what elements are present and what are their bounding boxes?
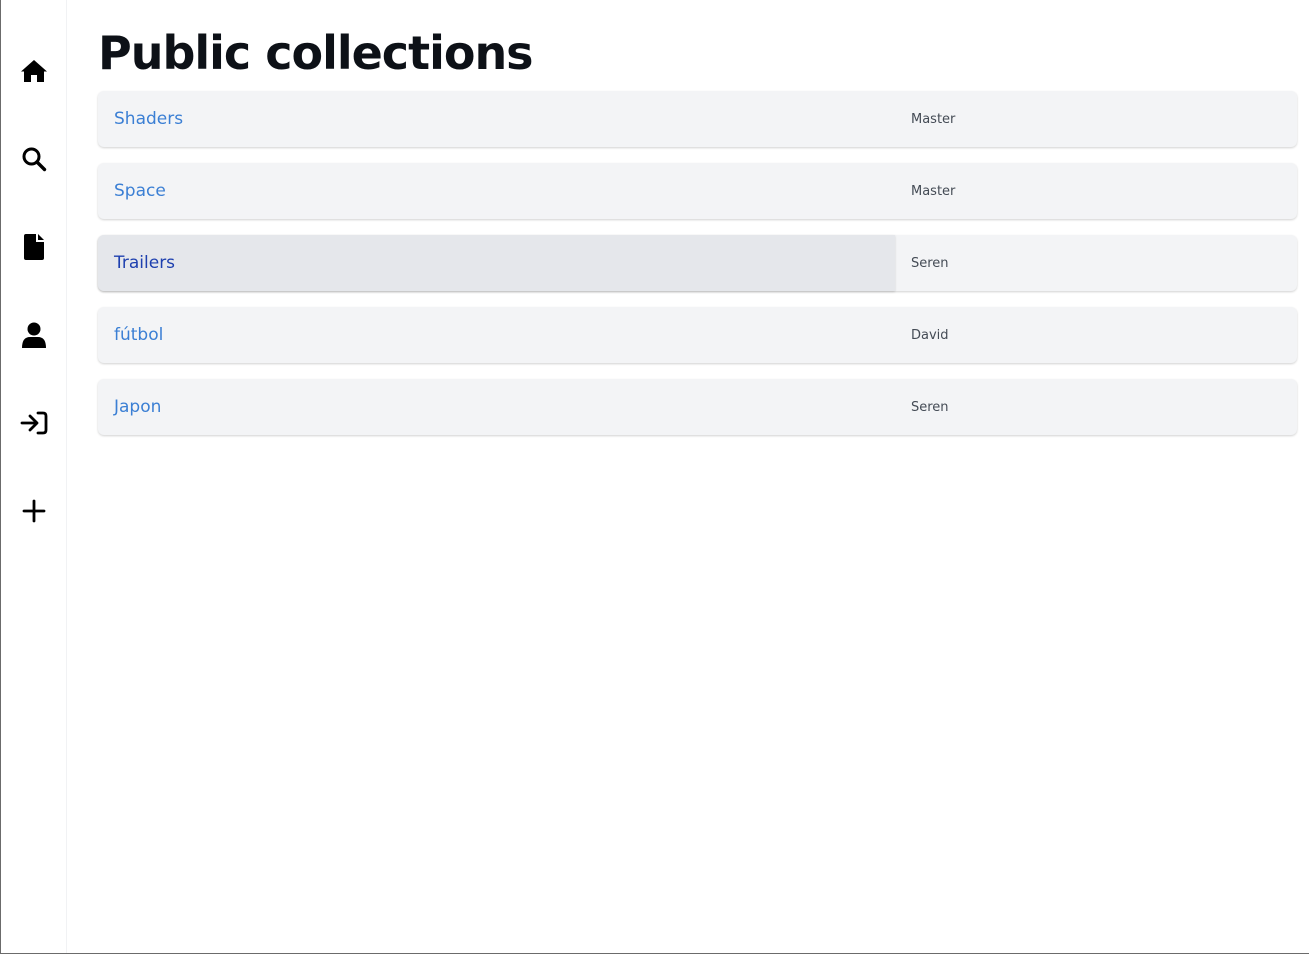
collection-row[interactable]: Space Master [98,163,1297,219]
plus-icon [22,499,46,523]
collection-owner: Master [911,111,956,127]
sign-in-icon [20,411,48,435]
collection-row[interactable]: fútbol David [98,307,1297,363]
file-icon [24,234,44,260]
nav-new[interactable] [15,492,53,530]
nav-files[interactable] [15,228,53,266]
nav-search[interactable] [15,140,53,178]
collection-name-cell[interactable]: Shaders [98,91,895,147]
collection-name-link[interactable]: Space [114,181,166,201]
collections-list: Shaders Master Space Master Trailers Ser… [98,91,1297,451]
home-icon [21,60,47,82]
nav-profile[interactable] [15,316,53,354]
sidebar [1,0,67,953]
collection-name-cell[interactable]: Japon [98,379,895,435]
page-title: Public collections [98,26,534,80]
search-icon [22,147,47,172]
collection-name-link[interactable]: Shaders [114,109,183,129]
collection-name-link[interactable]: fútbol [114,325,163,345]
collection-row[interactable]: Japon Seren [98,379,1297,435]
collection-name-cell[interactable]: Trailers [98,235,895,291]
nav-home[interactable] [15,52,53,90]
app-window: Public collections Shaders Master Space … [0,0,1309,954]
collection-row[interactable]: Trailers Seren [98,235,1297,291]
collection-name-cell[interactable]: Space [98,163,895,219]
collection-name-cell[interactable]: fútbol [98,307,895,363]
collection-name-link[interactable]: Trailers [114,253,175,273]
collection-owner: Seren [911,399,949,415]
collection-owner: Master [911,183,956,199]
nav-sign-in[interactable] [15,404,53,442]
collection-name-link[interactable]: Japon [114,397,161,417]
user-icon [22,322,46,348]
collection-owner: David [911,327,949,343]
collection-owner: Seren [911,255,949,271]
collection-row[interactable]: Shaders Master [98,91,1297,147]
